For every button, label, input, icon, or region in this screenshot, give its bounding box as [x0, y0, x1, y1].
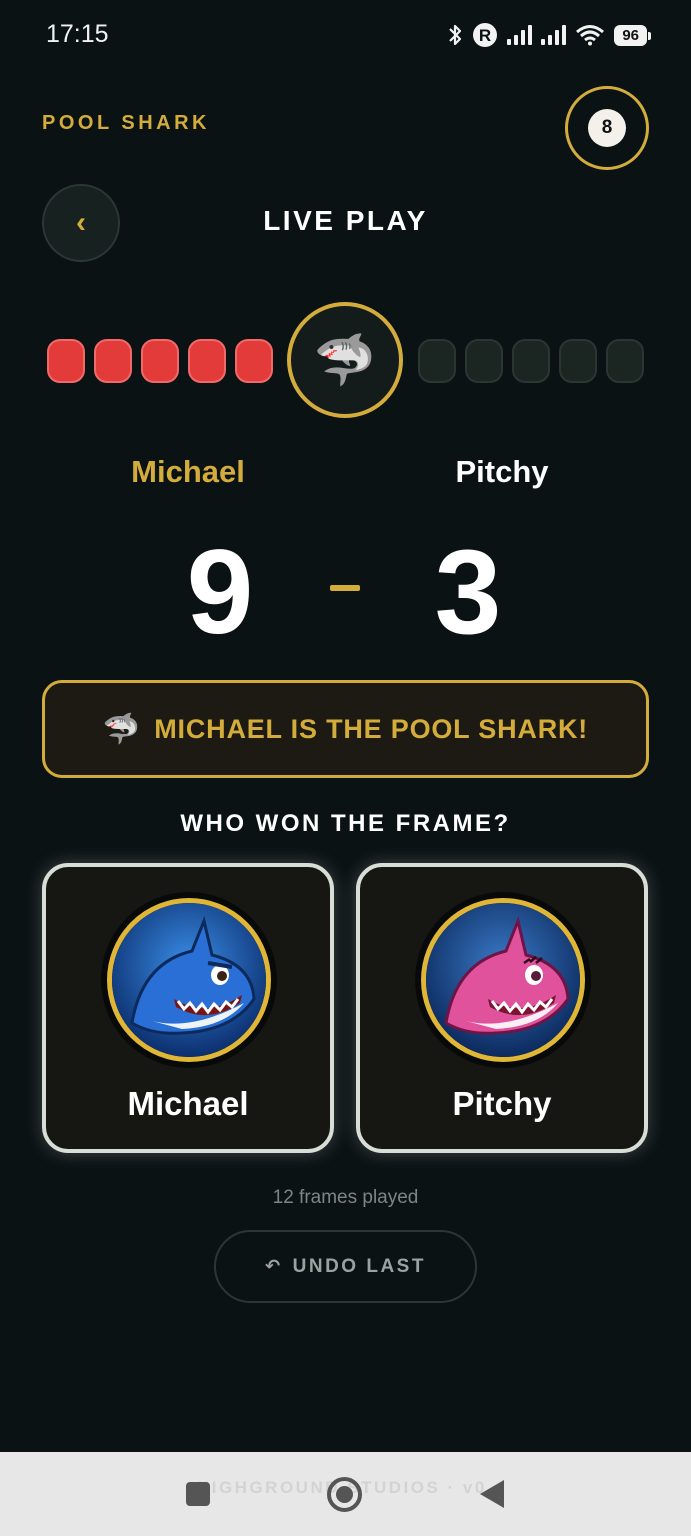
player1-name: Michael	[131, 454, 245, 489]
pink-shark-avatar	[421, 898, 585, 1062]
frame-pip	[235, 339, 273, 383]
signal-icon	[541, 25, 567, 45]
player2-name: Pitchy	[455, 454, 549, 489]
player2-card-name: Pitchy	[452, 1085, 552, 1122]
frame-pip	[188, 339, 226, 383]
system-back-button[interactable]	[480, 1480, 504, 1508]
undo-label: UNDO LAST	[292, 1255, 426, 1277]
eight-ball-badge[interactable]: 8	[565, 86, 649, 170]
avatar-frame	[415, 892, 591, 1068]
player1-win-button[interactable]: Michael	[42, 863, 334, 1153]
status-time: 17:15	[46, 20, 109, 48]
player1-score: 9	[186, 525, 254, 659]
eight-ball-icon: 8	[588, 109, 626, 147]
blue-shark-avatar	[107, 898, 271, 1062]
frame-pip	[94, 339, 132, 383]
recents-button[interactable]	[186, 1482, 210, 1506]
frame-pip	[465, 339, 503, 383]
avatar-frame	[101, 892, 277, 1068]
home-dot-icon	[336, 1486, 353, 1503]
wifi-icon	[575, 24, 605, 46]
home-button[interactable]	[327, 1477, 362, 1512]
frames-played-count: 12 frames played	[272, 1187, 419, 1208]
player2-score: 3	[434, 525, 502, 659]
frame-pip	[141, 339, 179, 383]
battery-indicator: 96	[614, 24, 651, 46]
leader-banner-text: MICHAEL IS THE POOL SHARK!	[154, 713, 589, 744]
page-title: LIVE PLAY	[263, 205, 428, 236]
frame-pip	[47, 339, 85, 383]
score-separator	[330, 585, 360, 591]
frame-pip	[418, 339, 456, 383]
status-icons: R 96	[447, 20, 651, 50]
frame-pip	[559, 339, 597, 383]
svg-text:R: R	[479, 26, 491, 45]
tracker-shark-badge: 🦈	[287, 302, 403, 418]
signal-icon	[507, 25, 533, 45]
bluetooth-icon	[447, 23, 463, 47]
shark-icon: 🦈	[102, 712, 141, 746]
registered-icon: R	[472, 22, 498, 48]
undo-icon: ↶	[265, 1256, 283, 1276]
player1-card-name: Michael	[127, 1085, 249, 1122]
shark-icon: 🦈	[313, 331, 377, 388]
frame-pip	[606, 339, 644, 383]
frame-pip	[512, 339, 550, 383]
leader-banner: 🦈 MICHAEL IS THE POOL SHARK!	[42, 680, 649, 778]
player2-win-button[interactable]: Pitchy	[356, 863, 648, 1153]
undo-last-button[interactable]: ↶ UNDO LAST	[214, 1230, 477, 1303]
frame-winner-prompt: WHO WON THE FRAME?	[180, 810, 511, 837]
app-title: POOL SHARK	[42, 112, 210, 134]
